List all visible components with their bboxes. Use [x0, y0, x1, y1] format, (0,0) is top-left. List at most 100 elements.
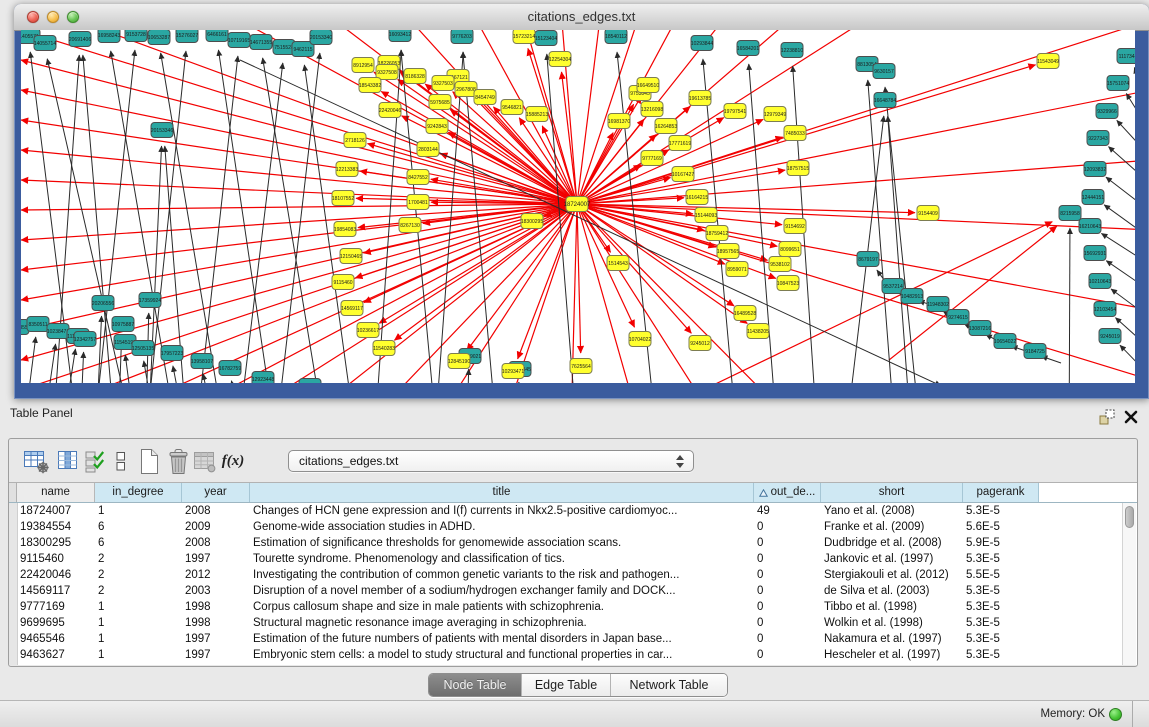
graph-node[interactable]: 10719165	[228, 33, 250, 48]
graph-node[interactable]: 9115460	[332, 275, 354, 290]
graph-node[interactable]: 9242843	[426, 119, 448, 134]
graph-node[interactable]: 15144093	[695, 208, 717, 223]
graph-node[interactable]: 16164215	[686, 190, 708, 205]
tab-node-table[interactable]: Node Table	[429, 674, 521, 696]
graph-node[interactable]: 10210643	[1089, 274, 1111, 289]
column-header-out-de-[interactable]: out_de...	[754, 483, 821, 502]
graph-node[interactable]: 18107552	[332, 191, 354, 206]
float-panel-icon[interactable]	[1098, 409, 1116, 425]
graph-node[interactable]: 16489528	[734, 306, 756, 321]
graph-node[interactable]: 9245012	[689, 336, 711, 351]
graph-node-hub[interactable]: 18724007	[564, 197, 591, 212]
graph-node[interactable]: 11948302	[927, 297, 949, 312]
table-row[interactable]: 1830029562008Estimation of significance …	[17, 535, 1137, 551]
graph-node[interactable]: 10293844	[691, 36, 713, 51]
graph-node[interactable]: 20691406	[69, 32, 91, 47]
graph-node[interactable]: 19613785	[689, 91, 711, 106]
graph-node[interactable]: 9327508	[376, 65, 398, 80]
graph-node[interactable]: 12845190	[448, 354, 470, 369]
graph-node[interactable]: 8350511	[27, 317, 49, 332]
graph-node[interactable]: 8959071	[726, 262, 748, 277]
graph-node[interactable]: 16958243	[98, 30, 120, 43]
graph-node[interactable]: 10236617	[357, 323, 379, 338]
rows-icon[interactable]	[107, 447, 135, 475]
graph-node[interactable]: 18540112	[605, 30, 627, 44]
graph-node[interactable]: 9776203	[451, 30, 473, 44]
table-row[interactable]: 946362711997Embryonic stem cells: a mode…	[17, 647, 1137, 663]
graph-node[interactable]: 15276027	[176, 30, 198, 43]
graph-node[interactable]: 9630157	[873, 64, 895, 79]
graph-node[interactable]: 14569117	[341, 301, 363, 316]
graph-node[interactable]: 2803144	[417, 142, 439, 157]
graph-node[interactable]: 10238471	[47, 324, 69, 339]
graph-node[interactable]: 12342757	[74, 332, 96, 347]
graph-node[interactable]: 18300295	[521, 214, 543, 229]
graph-node[interactable]: 7625564	[570, 359, 592, 374]
graph-node[interactable]: 8186328	[404, 69, 426, 84]
network-canvas[interactable]: 1405571140557142069140616958243915372810…	[21, 30, 1135, 383]
new-document-icon[interactable]	[135, 447, 163, 475]
graph-node[interactable]: 10482913	[901, 289, 923, 304]
graph-node[interactable]: 8454749	[474, 90, 496, 105]
graph-node[interactable]: 6466161	[206, 30, 228, 42]
table-row[interactable]: 969969511998Structural magnetic resonanc…	[17, 615, 1137, 631]
graph-node[interactable]: 12238810	[781, 43, 803, 58]
close-button[interactable]	[27, 11, 39, 23]
graph-node[interactable]: 9154409	[917, 206, 939, 221]
graph-node[interactable]: 14671355	[250, 35, 272, 50]
graph-node[interactable]: 12505135	[132, 341, 154, 356]
row-checks-icon[interactable]	[81, 447, 109, 475]
table-row[interactable]: 1938455462009Genome-wide association stu…	[17, 519, 1137, 535]
graph-node[interactable]: 18759412	[706, 226, 728, 241]
graph-node[interactable]: 9274615	[947, 310, 969, 325]
graph-node[interactable]: 1514543	[607, 256, 629, 271]
table-row[interactable]: 911546021997Tourette syndrome. Phenomeno…	[17, 551, 1137, 567]
show-columns-icon[interactable]	[54, 447, 82, 475]
graph-node[interactable]: 10653287	[148, 30, 170, 45]
graph-node[interactable]: 9153728	[125, 30, 147, 42]
column-header-pagerank[interactable]: pagerank	[963, 483, 1039, 502]
network-window-titlebar[interactable]: citations_edges.txt	[14, 4, 1149, 31]
graph-node[interactable]: 12254304	[549, 52, 571, 67]
graph-node[interactable]: 20153346	[151, 123, 173, 138]
graph-node[interactable]: 9329966	[1096, 104, 1118, 119]
graph-node[interactable]: 12979349	[764, 107, 786, 122]
graph-node[interactable]: 10704022	[629, 332, 651, 347]
tab-edge-table[interactable]: Edge Table	[521, 674, 610, 696]
graph-node[interactable]: 10654022	[994, 334, 1016, 349]
graph-node[interactable]: 8215958	[1059, 206, 1081, 221]
graph-node[interactable]: 16648784	[874, 93, 896, 108]
graph-node[interactable]: 9538102	[769, 257, 791, 272]
graph-node[interactable]: 12923448	[252, 372, 274, 384]
minimize-button[interactable]	[47, 11, 59, 23]
graph-node[interactable]: 15692931	[1084, 246, 1106, 261]
graph-node[interactable]: 17957223	[161, 346, 183, 361]
graph-node[interactable]: 13087216	[969, 321, 991, 336]
scrollbar-thumb[interactable]	[1125, 506, 1134, 528]
graph-node[interactable]: 8267130	[399, 218, 421, 233]
graph-node[interactable]: 10167427	[672, 167, 694, 182]
graph-node[interactable]: 9227343	[1087, 131, 1109, 146]
graph-node[interactable]: 2718126	[344, 133, 366, 148]
graph-node[interactable]: 9546821	[501, 100, 523, 115]
graph-node[interactable]: 7485033	[784, 126, 806, 141]
graph-node[interactable]: 12150465	[340, 249, 362, 264]
network-canvas-svg[interactable]: 1405571140557142069140616958243915372810…	[21, 30, 1135, 383]
zoom-button[interactable]	[67, 11, 79, 23]
graph-node[interactable]: 5975685	[429, 95, 451, 110]
graph-node[interactable]: 14055714	[34, 36, 56, 51]
table-row[interactable]: 977716911998Corpus callosum shape and si…	[17, 599, 1137, 615]
graph-node[interactable]: 9777169	[641, 151, 663, 166]
graph-node[interactable]: 15123404	[535, 31, 557, 46]
graph-node[interactable]: 8099651	[779, 242, 801, 257]
graph-node[interactable]: 9154692	[784, 219, 806, 234]
graph-node[interactable]: 16093412	[389, 30, 411, 42]
graph-node[interactable]: 9184725	[1024, 344, 1046, 359]
column-header-name[interactable]: name	[17, 483, 95, 502]
graph-node[interactable]: 10975887	[112, 317, 134, 332]
graph-node[interactable]: 13958107	[191, 354, 213, 369]
graph-node[interactable]: 12103454	[1094, 302, 1116, 317]
graph-node[interactable]: 8427552	[407, 170, 429, 185]
graph-node[interactable]: 10847523	[777, 276, 799, 291]
graph-node[interactable]: 16782759	[219, 361, 241, 376]
